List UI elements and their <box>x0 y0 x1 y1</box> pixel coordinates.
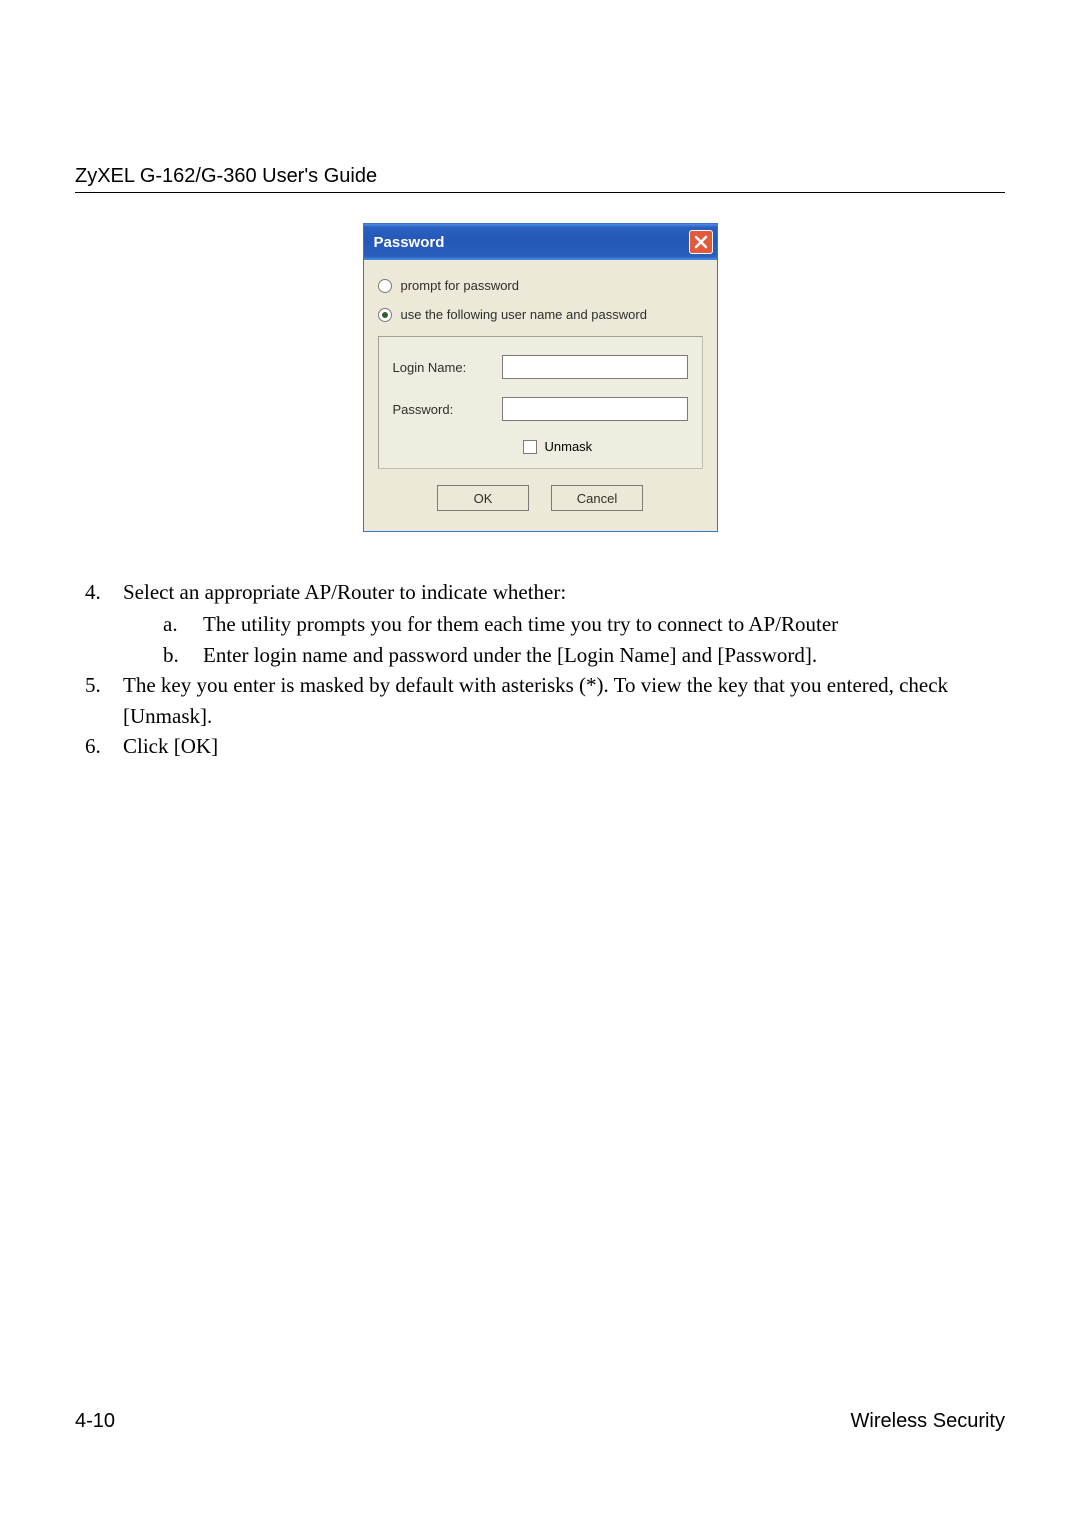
list-item-text: Select an appropriate AP/Router to indic… <box>123 580 566 604</box>
alpha-marker: b. <box>123 640 203 670</box>
list-item-text: Enter login name and password under the … <box>203 640 817 670</box>
page-number: 4-10 <box>75 1410 115 1433</box>
num-marker: 5. <box>75 670 123 731</box>
cancel-button[interactable]: Cancel <box>551 485 643 511</box>
radio-use-credentials[interactable]: use the following user name and password <box>378 307 703 322</box>
unmask-label: Unmask <box>545 439 593 454</box>
num-marker: 4. <box>75 577 123 670</box>
list-item: b. Enter login name and password under t… <box>123 640 1005 670</box>
radio-icon <box>378 308 392 322</box>
radio-label: use the following user name and password <box>401 307 647 322</box>
list-item: a. The utility prompts you for them each… <box>123 609 1005 639</box>
list-item: 6. Click [OK] <box>75 731 1005 761</box>
radio-prompt-password[interactable]: prompt for password <box>378 278 703 293</box>
login-name-label: Login Name: <box>393 360 502 375</box>
ok-button[interactable]: OK <box>437 485 529 511</box>
credentials-fieldset: Login Name: Password: Unmask <box>378 336 703 469</box>
close-button[interactable] <box>689 230 713 254</box>
list-item-text: Click [OK] <box>123 731 1005 761</box>
list-item-text: The key you enter is masked by default w… <box>123 670 1005 731</box>
unmask-checkbox-row[interactable]: Unmask <box>523 439 688 454</box>
dialog-title: Password <box>374 234 445 251</box>
page-footer: 4-10 Wireless Security <box>75 1410 1005 1433</box>
num-marker: 6. <box>75 731 123 761</box>
checkbox-icon <box>523 440 537 454</box>
list-item: 4. Select an appropriate AP/Router to in… <box>75 577 1005 670</box>
close-icon <box>694 235 708 249</box>
radio-icon <box>378 279 392 293</box>
alpha-marker: a. <box>123 609 203 639</box>
page-header-title: ZyXEL G-162/G-360 User's Guide <box>75 165 1005 188</box>
section-name: Wireless Security <box>851 1410 1005 1433</box>
password-dialog: Password prompt for password use the fol… <box>363 223 718 532</box>
password-label: Password: <box>393 402 502 417</box>
list-item-text: The utility prompts you for them each ti… <box>203 609 838 639</box>
instructions-text: 4. Select an appropriate AP/Router to in… <box>75 577 1005 762</box>
dialog-body: prompt for password use the following us… <box>364 260 717 531</box>
header-rule <box>75 192 1005 193</box>
password-input[interactable] <box>502 397 688 421</box>
login-name-input[interactable] <box>502 355 688 379</box>
dialog-titlebar[interactable]: Password <box>364 224 717 260</box>
radio-label: prompt for password <box>401 278 520 293</box>
dialog-button-row: OK Cancel <box>378 469 703 517</box>
list-item: 5. The key you enter is masked by defaul… <box>75 670 1005 731</box>
